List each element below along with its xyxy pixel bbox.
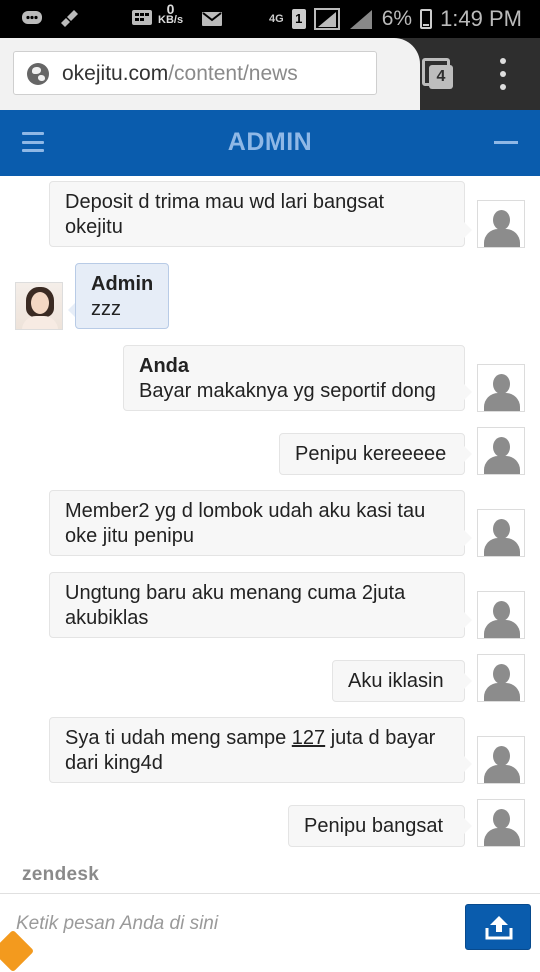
message-text: Sya ti udah meng sampe (65, 727, 292, 749)
chat-header: ADMIN (0, 110, 540, 176)
url-path: /content/news (168, 62, 298, 85)
bbm-icon (130, 8, 154, 30)
bubble-tail (464, 530, 472, 546)
message-input[interactable] (14, 908, 448, 940)
url-text[interactable]: okejitu.com/content/news (62, 62, 298, 86)
message-text: Penipu kereeeee (295, 443, 447, 465)
user-avatar (477, 736, 525, 784)
battery-icon (420, 9, 433, 29)
tab-switcher-button[interactable]: 4 (422, 58, 454, 90)
message-bubble: Ungtung baru aku menang cuma 2juta akubi… (49, 572, 465, 638)
speed-unit: KB/s (158, 14, 184, 26)
globe-icon (27, 63, 49, 85)
message-text: juta d bayar (325, 727, 436, 749)
admin-message-bubble: Admin zzz (75, 263, 169, 329)
user-avatar (477, 509, 525, 557)
bubble-tail (464, 673, 472, 689)
clock: 1:49 PM (440, 6, 522, 31)
message-text: zzz (91, 298, 121, 320)
message-text: oke jitu penipu (65, 525, 194, 547)
message-bubble: Anda Bayar makaknya yg seportif dong (123, 345, 465, 411)
message-text: Bayar makaknya yg seportif dong (139, 380, 436, 402)
tab-count: 4 (429, 65, 453, 89)
message-text: Member2 yg d lombok udah aku kasi tau (65, 500, 426, 522)
message-text: Ungtung baru aku menang cuma 2juta (65, 582, 406, 604)
message-text: okejitu (65, 216, 123, 238)
active-tab: okejitu.com/content/news (0, 38, 420, 110)
user-avatar (477, 799, 525, 847)
message-bubble: Sya ti udah meng sampe 127 juta d bayar … (49, 717, 465, 783)
user-avatar (477, 364, 525, 412)
status-bar: 0 KB/s 4G 1 6% 1:49 PM (0, 0, 540, 38)
signal-2-icon (349, 10, 372, 29)
user-avatar (477, 654, 525, 702)
bubble-tail (464, 222, 472, 238)
network-type: 4G (269, 13, 284, 25)
url-domain: okejitu.com (62, 62, 169, 85)
message-text: akubiklas (65, 607, 149, 629)
bubble-tail (464, 756, 472, 772)
message-link[interactable]: 127 (292, 727, 325, 749)
email-icon (200, 8, 224, 30)
message-bubble: Penipu kereeeee (279, 433, 465, 475)
browser-menu-icon[interactable] (498, 58, 508, 90)
chat-title: ADMIN (227, 128, 313, 156)
message-bubble: Aku iklasin (332, 660, 465, 702)
bubble-tail (464, 818, 472, 834)
sim-indicator: 1 (291, 9, 306, 29)
bubble-tail (464, 384, 472, 400)
user-avatar (477, 427, 525, 475)
network-speed: 0 KB/s (158, 2, 184, 26)
chat-notification-icon (20, 7, 44, 29)
message-bubble: Deposit d trima mau wd lari bangsat okej… (49, 181, 465, 247)
upload-icon (485, 916, 513, 940)
user-avatar (477, 591, 525, 639)
cleaner-icon (58, 7, 82, 29)
zendesk-logo: zendesk (22, 864, 100, 885)
message-text: Aku iklasin (348, 670, 444, 692)
battery-percent: 6% (381, 7, 413, 30)
message-composer (0, 894, 540, 960)
message-sender: Admin (91, 273, 154, 295)
message-text: dari king4d (65, 752, 163, 774)
admin-avatar (15, 282, 63, 330)
message-bubble: Member2 yg d lombok udah aku kasi tau ok… (49, 490, 465, 556)
bubble-tail (464, 446, 472, 462)
chat-log[interactable]: Deposit d trima mau wd lari bangsat okej… (0, 176, 540, 886)
message-sender: Anda (139, 355, 189, 377)
browser-toolbar: okejitu.com/content/news 4 (0, 38, 540, 110)
message-bubble: Penipu bangsat (288, 805, 465, 847)
minimize-icon[interactable] (494, 141, 518, 144)
message-text: Deposit d trima mau wd lari bangsat (65, 191, 385, 213)
upload-button[interactable] (465, 904, 531, 950)
user-avatar (477, 200, 525, 248)
signal-icon (313, 8, 340, 30)
address-bar[interactable]: okejitu.com/content/news (13, 51, 377, 95)
bubble-tail (464, 612, 472, 628)
message-text: Penipu bangsat (304, 815, 444, 837)
